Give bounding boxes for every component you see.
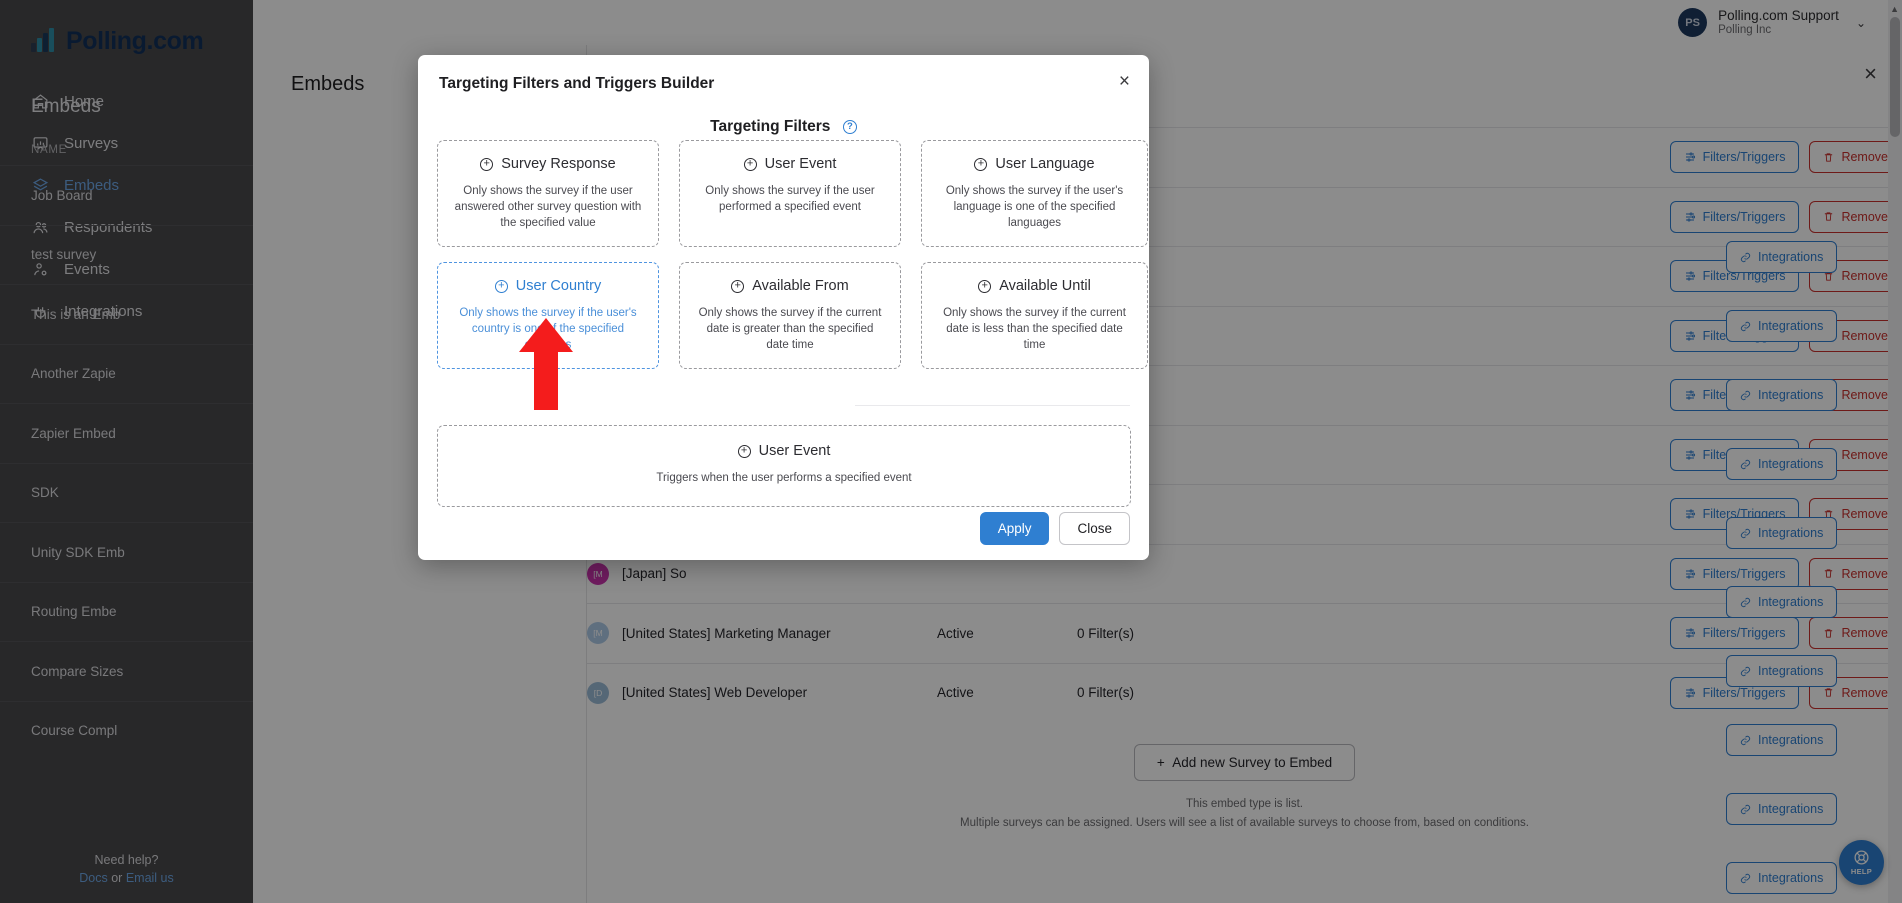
- filter-card-title: + User Event: [694, 156, 886, 172]
- filter-title-label: User Language: [995, 156, 1095, 172]
- plus-circle-icon: +: [731, 279, 745, 293]
- filter-card-user-event[interactable]: + User Event Only shows the survey if the …: [679, 140, 901, 247]
- close-button[interactable]: Close: [1059, 512, 1130, 545]
- filter-card-title: + Survey Response: [452, 156, 644, 172]
- modal-footer: Apply Close: [979, 512, 1130, 545]
- filter-card-user-language[interactable]: + User Language Only shows the survey if t…: [921, 140, 1148, 247]
- filter-card-survey-response[interactable]: + Survey Response Only shows the survey if…: [437, 140, 659, 247]
- filter-card-available-until[interactable]: + Available Until Only shows the survey if…: [921, 262, 1148, 369]
- section-divider: [855, 405, 1130, 406]
- targeting-filters-heading: Targeting Filters: [710, 118, 831, 135]
- filter-card-title: + User Country: [452, 278, 644, 294]
- filter-card-available-from[interactable]: + Available From Only shows the survey if …: [679, 262, 901, 369]
- filter-card-title: + Available From: [694, 278, 886, 294]
- plus-circle-icon: +: [494, 279, 508, 293]
- filter-card-desc: Only shows the survey if the current dat…: [698, 307, 882, 351]
- trigger-card-user-event[interactable]: + User Event Triggers when the user perf…: [437, 425, 1131, 507]
- targeting-filters-heading-wrap: Targeting Filters ?: [418, 118, 1149, 136]
- filter-title-label: User Country: [515, 278, 602, 294]
- plus-circle-icon: +: [737, 444, 751, 458]
- filter-card-desc: Only shows the survey if the current dat…: [943, 307, 1126, 351]
- plus-circle-icon: +: [743, 157, 757, 171]
- filter-card-desc: Only shows the survey if the user perfor…: [705, 185, 875, 213]
- filter-title-label: Available Until: [999, 278, 1091, 294]
- plus-circle-icon: +: [480, 157, 494, 171]
- modal-header: Targeting Filters and Triggers Builder ×: [418, 55, 1149, 93]
- filter-card-desc: Only shows the survey if the user answer…: [454, 185, 642, 229]
- trigger-card-title: + User Event: [452, 443, 1116, 459]
- filter-title-label: User Event: [764, 156, 837, 172]
- modal-close-icon[interactable]: ×: [1119, 72, 1130, 91]
- help-icon[interactable]: ?: [842, 119, 857, 134]
- annotation-arrow-icon: [519, 318, 573, 410]
- filter-card-title: + Available Until: [936, 278, 1133, 294]
- filter-card-desc: Only shows the survey if the user's lang…: [945, 185, 1124, 229]
- trigger-card-desc: Triggers when the user performs a specif…: [656, 472, 912, 484]
- plus-circle-icon: +: [978, 279, 992, 293]
- trigger-title-label: User Event: [758, 443, 831, 459]
- modal-title: Targeting Filters and Triggers Builder: [439, 75, 715, 92]
- filter-card-title: + User Language: [936, 156, 1133, 172]
- filter-title-label: Survey Response: [501, 156, 616, 172]
- apply-button[interactable]: Apply: [979, 512, 1050, 545]
- filter-title-label: Available From: [752, 278, 849, 294]
- plus-circle-icon: +: [974, 157, 988, 171]
